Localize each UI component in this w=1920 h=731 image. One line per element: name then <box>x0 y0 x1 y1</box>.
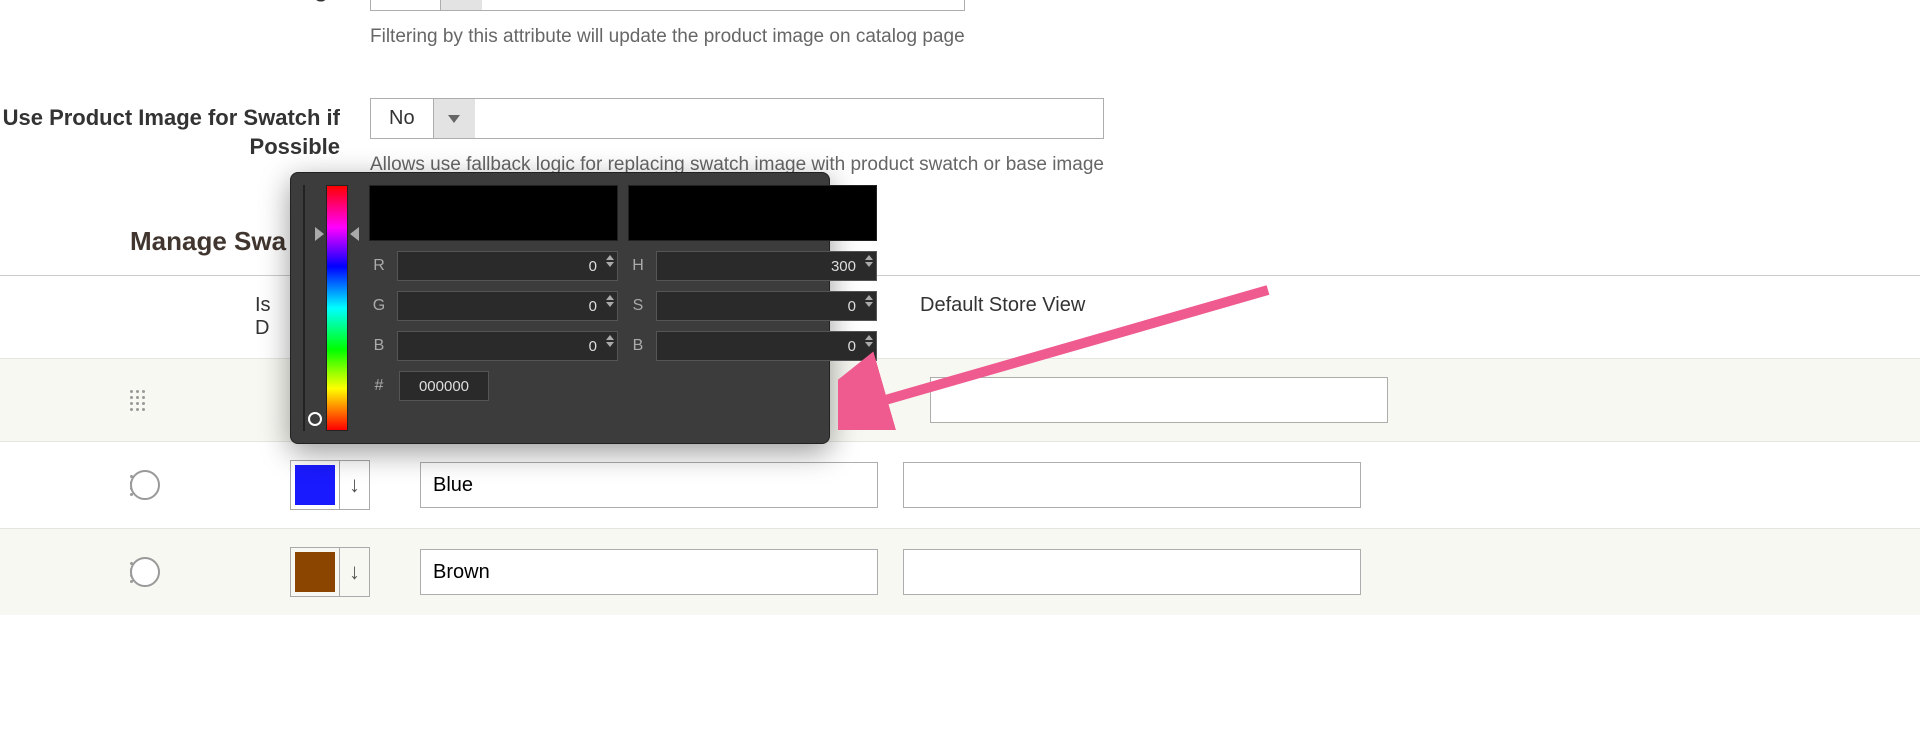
spinner-up-icon[interactable] <box>606 255 614 260</box>
g-label: G <box>369 297 389 315</box>
drag-icon <box>130 390 145 411</box>
spinner-down-icon[interactable] <box>865 302 873 307</box>
s-label: S <box>628 297 648 315</box>
store-view-input[interactable] <box>930 377 1388 423</box>
b-input[interactable] <box>397 331 618 361</box>
use-product-image-select[interactable]: No <box>370 98 1104 139</box>
default-store-header: Default Store View <box>920 294 1400 340</box>
spinner-up-icon[interactable] <box>865 295 873 300</box>
spinner-down-icon[interactable] <box>865 262 873 267</box>
store-view-input[interactable] <box>903 549 1361 595</box>
swatch-dropdown-icon[interactable]: ↓ <box>340 460 370 510</box>
is-default-header: Is D <box>120 294 280 340</box>
swatch-preview[interactable] <box>290 547 340 597</box>
hash-label: # <box>369 377 389 395</box>
spinner-down-icon[interactable] <box>606 302 614 307</box>
spinner-down-icon[interactable] <box>606 342 614 347</box>
hue-slider-icon <box>315 227 324 241</box>
r-input[interactable] <box>397 251 618 281</box>
spinner-down-icon[interactable] <box>606 262 614 267</box>
chevron-down-icon <box>433 99 475 138</box>
spinner-up-icon[interactable] <box>865 255 873 260</box>
preview-image-value: Yes <box>371 0 440 10</box>
chevron-down-icon <box>440 0 482 10</box>
preview-image-help: Filtering by this attribute will update … <box>370 26 965 48</box>
spinner-up-icon[interactable] <box>606 335 614 340</box>
color-wheel-button[interactable] <box>847 371 877 401</box>
v-input[interactable] <box>656 331 877 361</box>
hue-bar[interactable] <box>326 185 348 431</box>
swatch-row <box>0 358 1920 441</box>
spinner-down-icon[interactable] <box>865 342 873 347</box>
admin-label-input[interactable] <box>420 462 878 508</box>
color-preview-new <box>628 185 877 241</box>
spinner-up-icon[interactable] <box>865 335 873 340</box>
swatch-preview[interactable] <box>290 460 340 510</box>
is-default-radio[interactable] <box>130 470 160 500</box>
use-product-image-value: No <box>371 99 433 138</box>
r-label: R <box>369 257 389 275</box>
preview-image-label: Preview Image <box>0 0 370 5</box>
h-input[interactable] <box>656 251 877 281</box>
s-input[interactable] <box>656 291 877 321</box>
use-product-image-label: Use Product Image for Swatch if Possible <box>0 98 370 161</box>
color-picker: R H G S B B <box>290 172 830 444</box>
spinner-up-icon[interactable] <box>606 295 614 300</box>
drag-handle[interactable] <box>0 475 130 496</box>
preview-image-select[interactable]: Yes <box>370 0 965 11</box>
color-preview-current <box>369 185 618 241</box>
saturation-box[interactable] <box>303 185 305 431</box>
store-view-input[interactable] <box>903 462 1361 508</box>
section-title: Manage Swa <box>0 226 1920 276</box>
saturation-cursor-icon <box>308 412 322 426</box>
swatch-row: ↓ <box>0 528 1920 615</box>
v-label: B <box>628 337 648 355</box>
hue-slider-icon <box>350 227 359 241</box>
admin-label-input[interactable] <box>420 549 878 595</box>
drag-handle[interactable] <box>0 390 130 411</box>
swatch-dropdown-icon[interactable]: ↓ <box>340 547 370 597</box>
drag-handle[interactable] <box>0 562 130 583</box>
table-header: Is D Default Store View <box>0 276 1920 358</box>
hex-input[interactable] <box>399 371 489 401</box>
swatch-row: ↓ <box>0 441 1920 528</box>
is-default-radio[interactable] <box>130 557 160 587</box>
h-label: H <box>628 257 648 275</box>
g-input[interactable] <box>397 291 618 321</box>
b-label: B <box>369 337 389 355</box>
